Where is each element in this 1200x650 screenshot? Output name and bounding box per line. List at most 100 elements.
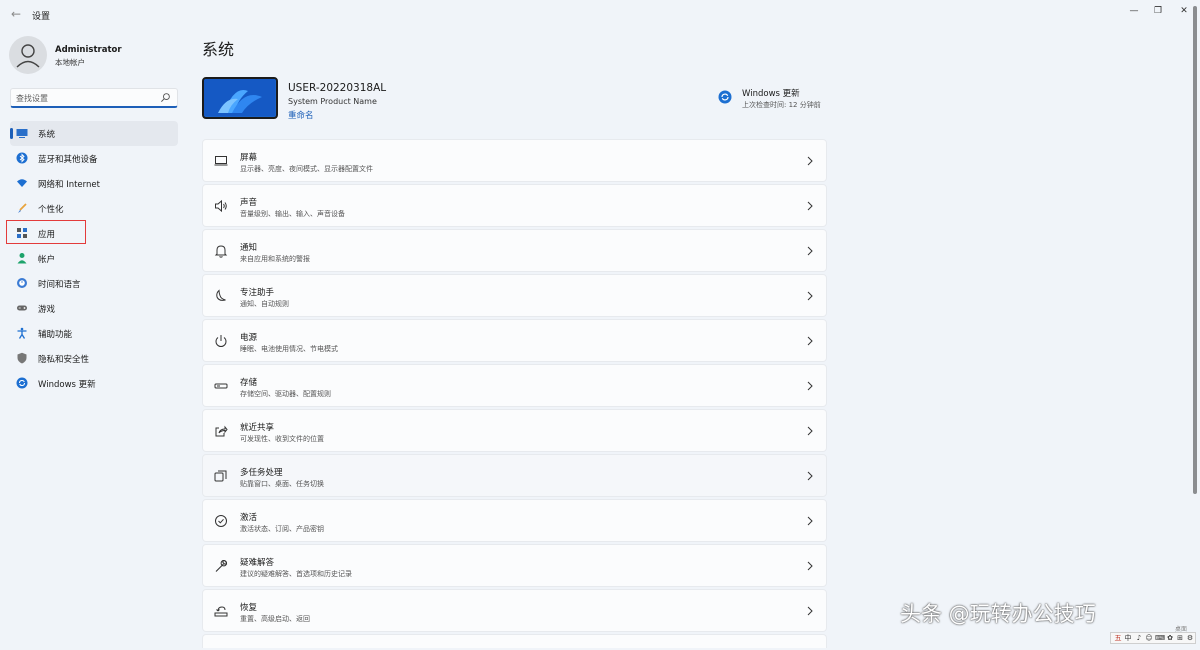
ime-settings-icon[interactable]: ⚙	[1185, 634, 1195, 643]
card-title: 电源	[240, 333, 258, 343]
search-box	[10, 88, 178, 108]
sidebar-item-network[interactable]: 网络和 Internet	[10, 171, 178, 196]
sidebar-item-label: 隐私和安全性	[38, 355, 90, 365]
card-title: 存储	[240, 378, 258, 388]
update-icon	[16, 377, 28, 389]
settings-card-partial[interactable]	[202, 634, 827, 648]
sidebar-item-label: 蓝牙和其他设备	[38, 155, 98, 165]
device-model: System Product Name	[288, 97, 377, 106]
profile-name: Administrator	[55, 45, 122, 55]
settings-card-display[interactable]: 屏幕 显示器、亮度、夜间模式、显示器配置文件	[202, 139, 827, 182]
sidebar-item-label: 辅助功能	[38, 330, 73, 340]
settings-card-multitasking[interactable]: 多任务处理 贴靠窗口、桌面、任务切换	[202, 454, 827, 497]
sidebar-item-label: 帐户	[38, 255, 56, 265]
user-profile[interactable]: Administrator 本地帐户	[9, 36, 179, 76]
apps-icon	[17, 228, 27, 238]
ime-language-toggle[interactable]: 中	[1123, 634, 1133, 643]
windows-update-status[interactable]: Windows 更新 上次检查时间: 12 分钟前	[718, 85, 838, 111]
chevron-right-icon	[807, 291, 813, 301]
wrench-icon	[215, 559, 228, 572]
card-subtitle: 存储空间、驱动器、配置规则	[240, 390, 331, 398]
monitor-icon	[16, 129, 28, 138]
update-last-checked: 上次检查时间: 12 分钟前	[742, 101, 821, 109]
settings-card-troubleshoot[interactable]: 疑难解答 建议的疑难解答、首选项和历史记录	[202, 544, 827, 587]
update-title: Windows 更新	[742, 89, 800, 99]
sidebar-item-system[interactable]: 系统	[10, 121, 178, 146]
chevron-right-icon	[807, 381, 813, 391]
ime-emoji-icon[interactable]: ☺	[1144, 634, 1154, 643]
card-subtitle: 可发现性、收到文件的位置	[240, 435, 324, 443]
sidebar-item-gaming[interactable]: 游戏	[10, 296, 178, 321]
windows-bloom-icon	[204, 79, 275, 116]
sidebar-item-label: Windows 更新	[38, 380, 96, 390]
settings-card-recovery[interactable]: 恢复 重置、高级启动、返回	[202, 589, 827, 632]
ime-keyboard-icon[interactable]: ⌨	[1155, 634, 1165, 643]
sidebar-nav: 系统 蓝牙和其他设备 网络和 Internet 个性化 应用 帐户 时间和语言 …	[10, 121, 178, 396]
check-circle-icon	[215, 515, 227, 527]
card-title: 声音	[240, 198, 258, 208]
back-button[interactable]: ←	[8, 6, 24, 22]
sidebar-item-apps[interactable]: 应用	[10, 221, 178, 246]
search-icon[interactable]	[160, 92, 171, 103]
settings-card-storage[interactable]: 存储 存储空间、驱动器、配置规则	[202, 364, 827, 407]
ime-toolbar: 五 中 ♪ ☺ ⌨ ✿ ⊞ ⚙	[1110, 632, 1196, 644]
card-subtitle: 建议的疑难解答、首选项和历史记录	[240, 570, 352, 578]
ime-logo-icon[interactable]: 五	[1113, 634, 1123, 643]
card-title: 专注助手	[240, 288, 275, 298]
card-subtitle: 通知、自动规则	[240, 300, 289, 308]
brush-icon	[18, 203, 27, 213]
settings-card-power[interactable]: 电源 睡眠、电池使用情况、节电模式	[202, 319, 827, 362]
avatar	[9, 36, 47, 74]
chevron-right-icon	[807, 606, 813, 616]
page-title: 系统	[202, 40, 235, 59]
card-subtitle: 显示器、亮度、夜间模式、显示器配置文件	[240, 165, 373, 173]
globe-clock-icon	[17, 278, 27, 288]
settings-card-notifications[interactable]: 通知 来自应用和系统的警报	[202, 229, 827, 272]
sidebar-item-personalization[interactable]: 个性化	[10, 196, 178, 221]
settings-card-nearby-sharing[interactable]: 就近共享 可发现性、收到文件的位置	[202, 409, 827, 452]
ime-toolbox-icon[interactable]: ⊞	[1175, 634, 1185, 643]
display-icon	[214, 156, 228, 166]
settings-card-activation[interactable]: 激活 激活状态、订阅、产品密钥	[202, 499, 827, 542]
minimize-button[interactable]: —	[1122, 4, 1146, 18]
sidebar-item-accounts[interactable]: 帐户	[10, 246, 178, 271]
settings-card-focus-assist[interactable]: 专注助手 通知、自动规则	[202, 274, 827, 317]
speaker-icon	[215, 199, 227, 213]
rename-link[interactable]: 重命名	[288, 109, 314, 121]
chevron-right-icon	[807, 426, 813, 436]
restore-button[interactable]: ❐	[1146, 4, 1170, 18]
card-subtitle: 睡眠、电池使用情况、节电模式	[240, 345, 338, 353]
chevron-right-icon	[807, 156, 813, 166]
chevron-right-icon	[807, 201, 813, 211]
card-subtitle: 音量级别、输出、输入、声音设备	[240, 210, 345, 218]
card-title: 多任务处理	[240, 468, 283, 478]
search-input[interactable]	[16, 91, 156, 105]
sidebar-item-time-language[interactable]: 时间和语言	[10, 271, 178, 296]
user-avatar-icon	[16, 44, 40, 68]
sidebar-item-windows-update[interactable]: Windows 更新	[10, 371, 178, 396]
wifi-icon	[17, 179, 27, 187]
share-icon	[215, 425, 228, 437]
settings-card-sound[interactable]: 声音 音量级别、输出、输入、声音设备	[202, 184, 827, 227]
sidebar-item-accessibility[interactable]: 辅助功能	[10, 321, 178, 346]
person-icon	[17, 253, 27, 264]
card-title: 疑难解答	[240, 558, 275, 568]
sidebar-item-privacy[interactable]: 隐私和安全性	[10, 346, 178, 371]
recovery-icon	[214, 606, 228, 617]
card-title: 激活	[240, 513, 258, 523]
bell-icon	[214, 245, 228, 258]
ime-skin-icon[interactable]: ✿	[1165, 634, 1175, 643]
device-name: USER-20220318AL	[288, 82, 387, 94]
ime-voice-icon[interactable]: ♪	[1134, 634, 1144, 643]
watermark-text: 头条 @玩转办公技巧	[900, 602, 1096, 626]
scrollbar-thumb[interactable]	[1193, 6, 1197, 494]
back-arrow-icon: ←	[10, 7, 22, 21]
card-subtitle: 来自应用和系统的警报	[240, 255, 310, 263]
chevron-right-icon	[807, 516, 813, 526]
sidebar-item-bluetooth[interactable]: 蓝牙和其他设备	[10, 146, 178, 171]
moon-icon	[216, 289, 226, 301]
sidebar-item-label: 游戏	[38, 305, 56, 315]
multitask-icon	[214, 470, 227, 482]
chevron-right-icon	[807, 561, 813, 571]
card-title: 恢复	[240, 603, 258, 613]
